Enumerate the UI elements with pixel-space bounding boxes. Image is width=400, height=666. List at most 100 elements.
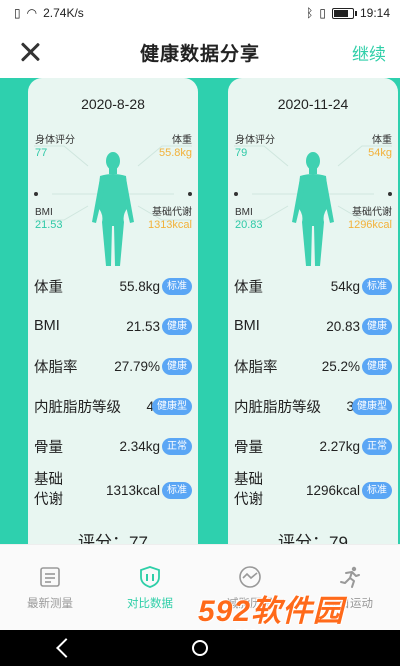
metric-row: 体重 54kg 标准 (228, 266, 398, 306)
header: 健康数据分享 继续 (0, 26, 400, 78)
metrics-list: 体重 54kg 标准 BMI 20.83 健康 体脂率 25.2% 健康 内脏脂… (228, 266, 398, 514)
compare-icon (140, 566, 160, 588)
watermark-text: 592软件园 (198, 595, 345, 628)
nav-label: 最新测量 (27, 598, 73, 610)
weight-value: 55.8kg (158, 147, 192, 159)
status-badge: 健康 (362, 317, 392, 335)
metrics-list: 体重 55.8kg 标准 BMI 21.53 健康 体脂率 27.79% 健康 … (28, 266, 198, 514)
cards-row: 2020-8-28 身体评分 77 体重 55.8kg BMI 21.53 基础… (28, 78, 398, 544)
metric-value: 21.53 (126, 318, 160, 334)
status-badge: 健康 (162, 357, 192, 375)
metric-value: 1313kcal (105, 482, 160, 498)
status-badge: 健康 (162, 317, 192, 335)
metric-label: 内脏脂肪等级 (234, 399, 321, 416)
body-score-value: 77 (35, 147, 48, 159)
network-speed: 2.74K/s (43, 6, 84, 20)
bmi-stat: BMI 20.83 (235, 207, 263, 231)
nav-label: 对比数据 (127, 598, 173, 610)
metric-value: 20.83 (326, 318, 360, 334)
status-left: ▯ ◠ 2.74K/s (14, 6, 84, 20)
system-nav-bar (0, 630, 400, 666)
bmi-stat: BMI 21.53 (35, 207, 63, 231)
metric-row: BMI 20.83 健康 (228, 306, 398, 346)
metric-label: 基础代谢 (34, 472, 63, 508)
metric-label: 体重 (34, 279, 63, 296)
continue-button[interactable]: 继续 (352, 40, 386, 65)
body-figure-panel: 身体评分 77 体重 55.8kg BMI 21.53 基础代谢 1313kca… (28, 126, 198, 276)
metric-row: 骨量 2.34kg 正常 (28, 426, 198, 466)
metric-label: BMI (234, 318, 260, 334)
bmr-value: 1296kcal (347, 219, 392, 231)
metric-label: 体脂率 (34, 359, 78, 376)
metric-label: BMI (34, 318, 60, 334)
vibrate-icon: ▯ (319, 6, 326, 20)
status-badge: 正常 (162, 437, 192, 455)
card-date: 2020-8-28 (81, 96, 145, 112)
metric-label: 基础代谢 (234, 472, 263, 508)
metric-row: 基础代谢 1296kcal 标准 (228, 466, 398, 514)
body-score-stat: 身体评分 79 (235, 135, 275, 159)
metric-value: 1296kcal (305, 482, 360, 498)
weight-label: 体重 (172, 135, 192, 146)
metric-row: 体脂率 27.79% 健康 (28, 346, 198, 386)
nav-item-compare[interactable]: 对比数据 (100, 545, 200, 630)
metric-value: 2.27kg (319, 438, 360, 454)
bmi-label: BMI (35, 207, 53, 218)
comparison-area[interactable]: 2020-8-28 身体评分 77 体重 55.8kg BMI 21.53 基础… (0, 78, 400, 544)
weight-value: 54kg (368, 147, 392, 159)
close-icon[interactable] (16, 38, 44, 66)
sim-icon: ▯ (14, 6, 21, 20)
status-right: ᛒ ▯ 19:14 (306, 6, 390, 20)
bmi-value: 20.83 (235, 219, 263, 231)
metric-label: 内脏脂肪等级 (34, 399, 121, 416)
status-badge: 健康型 (152, 397, 192, 415)
bmi-label: BMI (235, 207, 253, 218)
home-icon[interactable] (191, 640, 208, 656)
status-bar: ▯ ◠ 2.74K/s ᛒ ▯ 19:14 (0, 0, 400, 26)
weight-label: 体重 (372, 135, 392, 146)
body-score-label: 身体评分 (35, 135, 75, 146)
metric-row: 内脏脂肪等级 4 健康型 (28, 386, 198, 426)
status-badge: 标准 (162, 481, 192, 499)
metric-value: 54kg (330, 278, 360, 294)
body-figure-panel: 身体评分 79 体重 54kg BMI 20.83 基础代谢 1296kcal (228, 126, 398, 276)
report-card: 2020-11-24 身体评分 79 体重 54kg BMI 20.83 基础代… (228, 78, 398, 544)
status-badge: 正常 (362, 437, 392, 455)
back-icon[interactable] (56, 638, 77, 658)
nav-item-latest[interactable]: 最新测量 (0, 545, 100, 630)
metric-row: BMI 21.53 健康 (28, 306, 198, 346)
metric-row: 基础代谢 1313kcal 标准 (28, 466, 198, 514)
document-icon (40, 567, 60, 587)
bmr-stat: 基础代谢 1296kcal (348, 207, 392, 231)
status-badge: 健康 (362, 357, 392, 375)
body-score-value: 79 (235, 147, 248, 159)
metric-row: 骨量 2.27kg 正常 (228, 426, 398, 466)
report-card: 2020-8-28 身体评分 77 体重 55.8kg BMI 21.53 基础… (28, 78, 198, 544)
status-badge: 标准 (162, 277, 192, 295)
metric-label: 骨量 (34, 439, 63, 456)
status-badge: 标准 (362, 481, 392, 499)
metric-label: 体脂率 (234, 359, 278, 376)
bmi-value: 21.53 (35, 219, 63, 231)
bluetooth-icon: ᛒ (306, 6, 314, 20)
clock: 19:14 (359, 6, 390, 20)
bmr-stat: 基础代谢 1313kcal (148, 207, 192, 231)
weight-stat: 体重 55.8kg (159, 135, 192, 159)
metric-value: 55.8kg (119, 278, 160, 294)
watermark-logo: 592软件园 www.592xiazai.com (196, 582, 400, 641)
metric-label: 体重 (234, 279, 263, 296)
metric-row: 体重 55.8kg 标准 (28, 266, 198, 306)
metric-row: 内脏脂肪等级 3 健康型 (228, 386, 398, 426)
bmr-label: 基础代谢 (352, 207, 392, 218)
status-badge: 标准 (362, 277, 392, 295)
metric-value: 25.2% (321, 358, 360, 374)
page-title: 健康数据分享 (139, 43, 260, 65)
metric-value: 27.79% (114, 358, 160, 374)
body-score-stat: 身体评分 77 (35, 135, 75, 159)
wifi-icon: ◠ (26, 6, 38, 20)
card-date: 2020-11-24 (277, 96, 349, 112)
score-text: 评分：77 (78, 533, 148, 544)
metric-label: 骨量 (234, 439, 263, 456)
battery-icon (331, 7, 357, 19)
metric-value: 2.34kg (119, 438, 160, 454)
